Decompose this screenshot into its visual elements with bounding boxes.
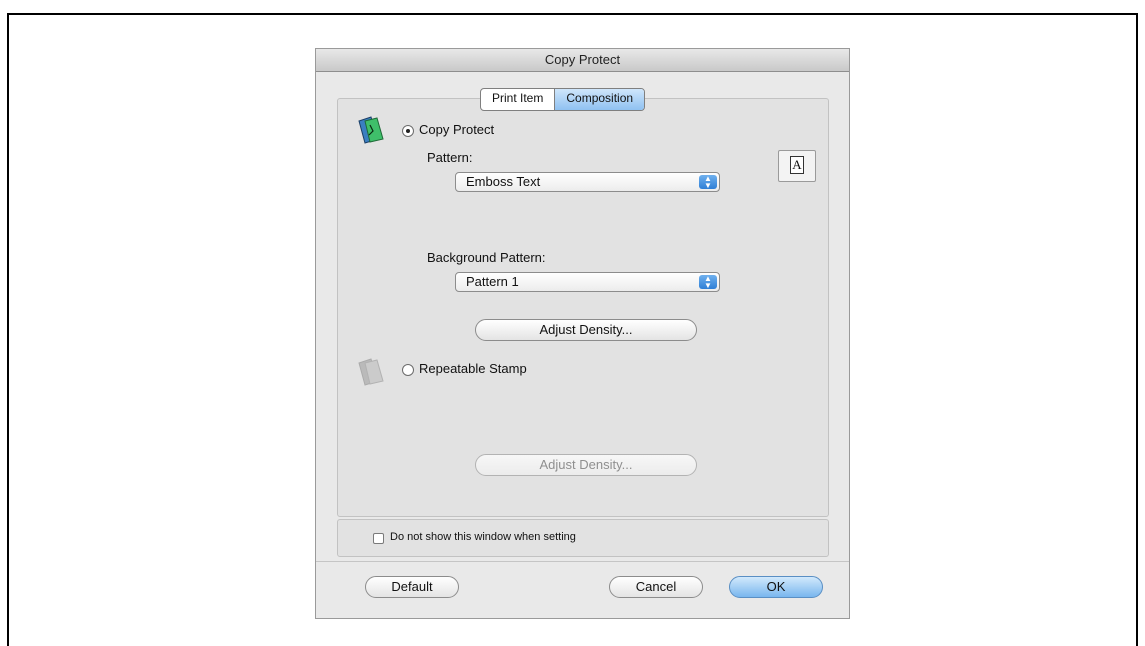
tab-print-item[interactable]: Print Item bbox=[481, 89, 554, 110]
pattern-select[interactable]: Emboss Text ▲ ▼ bbox=[455, 172, 720, 192]
copy-protect-label: Copy Protect bbox=[419, 122, 495, 137]
cancel-button[interactable]: Cancel bbox=[609, 576, 703, 598]
radio-selected-dot bbox=[406, 129, 410, 133]
adjust-density-button-disabled[interactable]: Adjust Density... bbox=[475, 454, 697, 476]
pattern-label: Pattern: bbox=[427, 150, 473, 165]
dialog-title: Copy Protect bbox=[316, 49, 849, 72]
popup-arrows-icon: ▲ ▼ bbox=[699, 275, 717, 290]
frame-border-right bbox=[1136, 13, 1138, 646]
copy-protect-dialog: Copy Protect Print Item Composition Copy… bbox=[315, 48, 850, 619]
dont-show-label: Do not show this window when setting bbox=[390, 531, 576, 543]
copy-protect-radio[interactable] bbox=[402, 125, 414, 137]
separator bbox=[316, 561, 849, 562]
ok-button[interactable]: OK bbox=[729, 576, 823, 598]
tab-composition[interactable]: Composition bbox=[554, 89, 645, 110]
preview-page-icon: A bbox=[790, 156, 804, 174]
repeatable-stamp-book-icon bbox=[358, 358, 384, 386]
pattern-select-value: Emboss Text bbox=[466, 174, 541, 189]
popup-arrows-icon: ▲ ▼ bbox=[699, 175, 717, 190]
background-pattern-label: Background Pattern: bbox=[427, 250, 546, 265]
default-button[interactable]: Default bbox=[365, 576, 459, 598]
repeatable-stamp-radio[interactable] bbox=[402, 364, 414, 376]
copy-protect-book-icon bbox=[358, 116, 384, 144]
tab-bar: Print Item Composition bbox=[480, 88, 646, 111]
background-pattern-select-value: Pattern 1 bbox=[466, 274, 519, 289]
background-pattern-select[interactable]: Pattern 1 ▲ ▼ bbox=[455, 272, 720, 292]
frame-border-left bbox=[7, 13, 9, 646]
adjust-density-button[interactable]: Adjust Density... bbox=[475, 319, 697, 341]
repeatable-stamp-label: Repeatable Stamp bbox=[419, 361, 527, 376]
preview-area: A bbox=[778, 150, 816, 182]
dont-show-checkbox[interactable] bbox=[373, 533, 384, 544]
frame-border-top bbox=[7, 13, 1138, 15]
